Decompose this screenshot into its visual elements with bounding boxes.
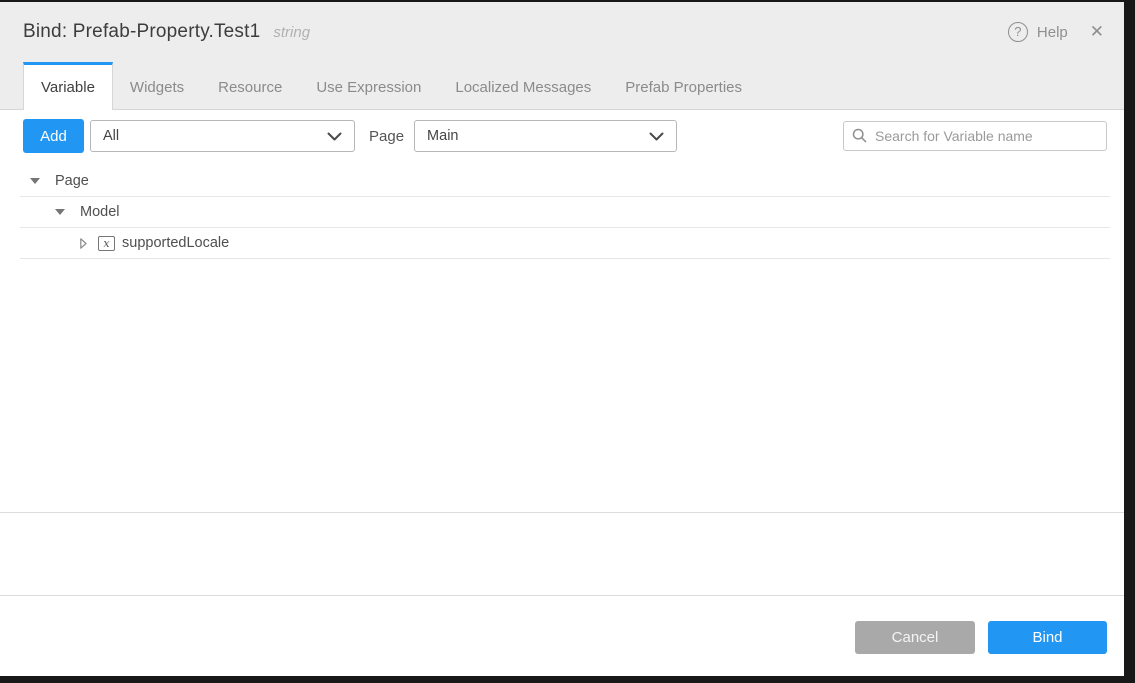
variable-tree: Page Model x supportedLocale <box>0 166 1124 259</box>
expression-panel <box>0 513 1124 596</box>
tree-node-label: Page <box>55 173 89 189</box>
tab-use-expression[interactable]: Use Expression <box>299 62 438 109</box>
page-select-value: Main <box>427 128 458 144</box>
cancel-button[interactable]: Cancel <box>855 621 975 654</box>
page-select[interactable]: Main <box>414 120 677 152</box>
caret-down-icon[interactable] <box>30 178 40 184</box>
help-link[interactable]: Help <box>1037 24 1068 41</box>
variable-toolbar: Add All Page Main <box>0 110 1124 153</box>
close-icon[interactable]: ✕ <box>1090 22 1104 42</box>
add-variable-button[interactable]: Add <box>23 119 84 153</box>
dialog-title: Bind: Prefab-Property.Test1 <box>23 21 260 43</box>
chevron-down-icon <box>327 132 342 141</box>
variable-type-filter-select[interactable]: All <box>90 120 355 152</box>
search-icon <box>852 128 867 143</box>
page-select-label: Page <box>369 128 404 145</box>
header-actions: ? Help ✕ <box>1008 22 1110 42</box>
chevron-down-icon <box>649 132 664 141</box>
bind-dialog: Bind: Prefab-Property.Test1 string ? Hel… <box>0 2 1124 676</box>
variable-panel: Add All Page Main <box>0 110 1124 513</box>
dialog-footer: Cancel Bind <box>0 596 1124 676</box>
dialog-subtitle-type: string <box>273 24 310 41</box>
variable-x-icon: x <box>98 236 115 251</box>
app-background: Bind: Prefab-Property.Test1 string ? Hel… <box>0 0 1135 683</box>
variable-search-input[interactable] <box>843 121 1107 151</box>
tab-localized-messages[interactable]: Localized Messages <box>438 62 608 109</box>
bind-button[interactable]: Bind <box>988 621 1107 654</box>
tree-row-page[interactable]: Page <box>20 166 1110 197</box>
tree-node-label: supportedLocale <box>122 235 229 251</box>
tree-row-model[interactable]: Model <box>20 197 1110 228</box>
tab-widgets[interactable]: Widgets <box>113 62 201 109</box>
caret-down-icon[interactable] <box>55 209 65 215</box>
tree-row-supportedlocale[interactable]: x supportedLocale <box>20 228 1110 259</box>
tab-prefab-properties[interactable]: Prefab Properties <box>608 62 759 109</box>
variable-type-filter-value: All <box>103 128 119 144</box>
caret-right-icon[interactable] <box>80 238 87 249</box>
variable-search <box>843 121 1107 151</box>
dialog-tabbar: Variable Widgets Resource Use Expression… <box>0 62 1124 110</box>
tree-node-label: Model <box>80 204 120 220</box>
dialog-header: Bind: Prefab-Property.Test1 string ? Hel… <box>0 2 1124 62</box>
tab-resource[interactable]: Resource <box>201 62 299 109</box>
tab-variable[interactable]: Variable <box>23 62 113 110</box>
help-icon[interactable]: ? <box>1008 22 1028 42</box>
